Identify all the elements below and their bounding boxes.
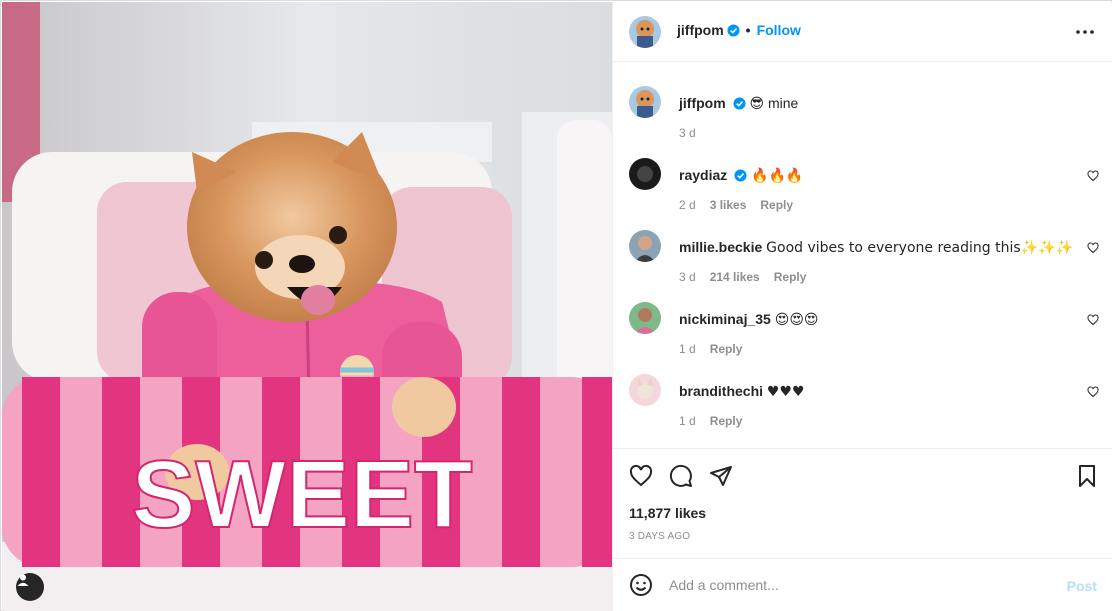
post-modal: SWEET jiffpom • Follow jiffpom 😎 mine 3 … <box>0 0 1112 611</box>
post-actions <box>629 464 1099 488</box>
divider <box>613 448 1112 449</box>
reply-button[interactable]: Reply <box>760 198 793 212</box>
comment-row: brandithechi ♥♥♥ 1 d Reply <box>629 374 1099 428</box>
author-avatar[interactable] <box>629 16 661 48</box>
comment-username[interactable]: nickiminaj_35 <box>679 311 771 327</box>
caption-avatar[interactable] <box>629 86 661 118</box>
reply-button[interactable]: Reply <box>710 414 743 428</box>
comment-likes[interactable]: 3 likes <box>710 198 747 212</box>
comment-username[interactable]: raydiaz <box>679 167 727 183</box>
post-header: jiffpom • Follow <box>613 2 1112 62</box>
like-comment-heart-icon[interactable] <box>1087 386 1099 398</box>
post-timestamp: 3 DAYS AGO <box>629 531 691 542</box>
commenter-avatar[interactable] <box>629 230 661 262</box>
likes-count[interactable]: 11,877 likes <box>629 505 706 521</box>
post-image[interactable]: SWEET <box>2 2 612 611</box>
comment-username[interactable]: brandithechi <box>679 383 763 399</box>
comment-username[interactable]: millie.beckie <box>679 239 762 255</box>
comment-meta: 3 d 214 likes Reply <box>679 270 806 284</box>
caption-row: jiffpom 😎 mine 3 d <box>629 86 1099 140</box>
caption-body: mine <box>767 95 799 111</box>
like-comment-heart-icon[interactable] <box>1087 170 1099 182</box>
post-details-panel: jiffpom • Follow jiffpom 😎 mine 3 d rayd… <box>612 2 1112 611</box>
avatar-image <box>629 230 661 262</box>
avatar-image <box>629 16 661 48</box>
pillow-text: SWEET <box>131 441 472 548</box>
comment-body: ♥♥♥ <box>766 384 805 400</box>
like-comment-heart-icon[interactable] <box>1087 314 1099 326</box>
separator-dot: • <box>745 22 751 38</box>
more-options-button[interactable] <box>1073 22 1097 42</box>
caption-age: 3 d <box>679 126 696 140</box>
add-comment-bar: Post <box>613 558 1112 611</box>
avatar-image <box>629 158 661 190</box>
caption-username[interactable]: jiffpom <box>679 95 726 111</box>
like-comment-heart-icon[interactable] <box>1087 242 1099 254</box>
comment-age: 2 d <box>679 198 696 212</box>
comments-list: jiffpom 😎 mine 3 d raydiaz 🔥🔥🔥 2 d 3 lik… <box>613 63 1112 448</box>
comment-age: 3 d <box>679 270 696 284</box>
comment-body: 🔥🔥🔥 <box>751 168 804 184</box>
comment-age: 1 d <box>679 342 696 356</box>
save-bookmark-icon[interactable] <box>1075 464 1099 488</box>
commenter-avatar[interactable] <box>629 302 661 334</box>
verified-badge-icon <box>727 23 740 37</box>
comment-meta: 1 d Reply <box>679 414 742 428</box>
comment-bubble-icon[interactable] <box>669 464 693 488</box>
author-username[interactable]: jiffpom <box>677 22 724 38</box>
post-comment-button[interactable]: Post <box>1067 578 1097 594</box>
avatar-image <box>629 374 661 406</box>
share-paper-plane-icon[interactable] <box>709 464 733 488</box>
comment-text: brandithechi ♥♥♥ <box>679 382 805 401</box>
comment-row: raydiaz 🔥🔥🔥 2 d 3 likes Reply <box>629 158 1099 212</box>
reply-button[interactable]: Reply <box>710 342 743 356</box>
avatar-image <box>629 86 661 118</box>
comment-row: millie.beckie Good vibes to everyone rea… <box>629 230 1099 284</box>
caption-text: jiffpom 😎 mine <box>679 94 798 113</box>
dog-photo-illustration: SWEET <box>2 2 612 611</box>
comment-text: millie.beckie Good vibes to everyone rea… <box>679 238 1073 257</box>
emoji-smiley-icon[interactable] <box>629 573 653 597</box>
caption-emoji: 😎 <box>749 96 765 112</box>
comment-text: raydiaz 🔥🔥🔥 <box>679 166 803 185</box>
commenter-avatar[interactable] <box>629 374 661 406</box>
comment-body: 😍😍😍 <box>774 312 819 328</box>
follow-button[interactable]: Follow <box>757 22 801 38</box>
comment-row: nickiminaj_35 😍😍😍 1 d Reply <box>629 302 1099 356</box>
comment-meta: 1 d Reply <box>679 342 742 356</box>
comment-body: Good vibes to everyone reading this✨✨✨ <box>766 240 1073 256</box>
verified-badge-icon <box>733 97 746 110</box>
comment-meta: 2 d 3 likes Reply <box>679 198 793 212</box>
user-icon <box>17 574 29 586</box>
avatar-image <box>629 302 661 334</box>
more-options-icon <box>1076 30 1094 34</box>
verified-badge-icon <box>734 169 747 182</box>
commenter-avatar[interactable] <box>629 158 661 190</box>
caption-meta: 3 d <box>679 126 696 140</box>
comment-age: 1 d <box>679 414 696 428</box>
author-info: jiffpom • Follow <box>677 22 801 38</box>
like-heart-icon[interactable] <box>629 464 653 488</box>
tagged-users-button[interactable] <box>16 573 44 601</box>
comment-likes[interactable]: 214 likes <box>710 270 760 284</box>
reply-button[interactable]: Reply <box>774 270 807 284</box>
comment-text: nickiminaj_35 😍😍😍 <box>679 310 819 329</box>
comment-input[interactable] <box>669 572 1049 598</box>
